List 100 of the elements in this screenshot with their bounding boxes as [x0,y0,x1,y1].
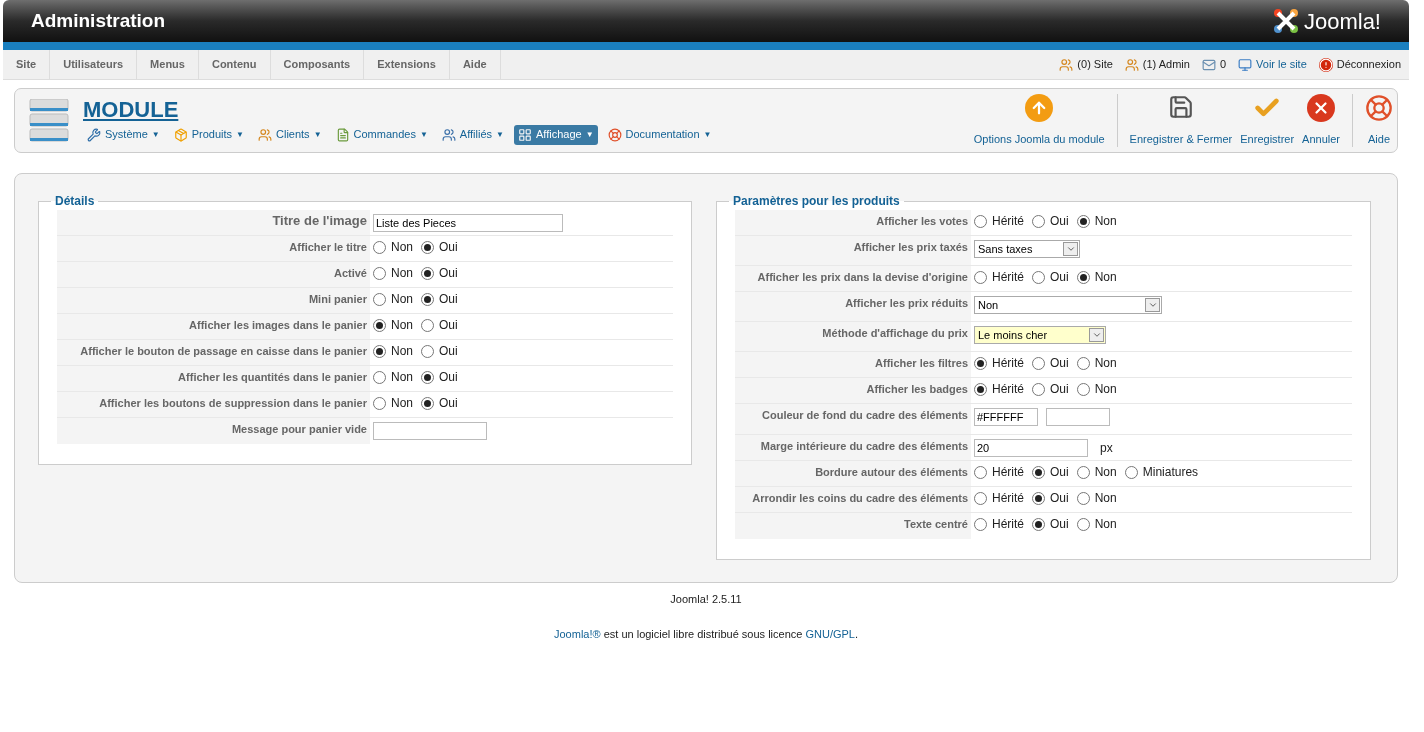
radio-button[interactable] [974,214,987,228]
dropdown[interactable]: Sans taxes [974,240,1080,258]
menu-item[interactable]: Aide [449,50,501,79]
submenu-item[interactable]: Affichage ▼ [513,124,598,145]
menu-item[interactable]: Composants [270,50,365,79]
radio-button[interactable] [373,266,386,280]
menu-item[interactable]: Contenu [198,50,271,79]
option-label: Oui [439,240,458,254]
radio-button[interactable] [421,292,434,306]
submenu-item[interactable]: Clients ▼ [254,124,326,145]
chevron-icon [1065,244,1076,254]
radio-button[interactable] [421,318,434,332]
option-label: Oui [1050,382,1069,396]
radio-button[interactable] [1124,465,1138,479]
color-field[interactable]: #FFFFFF [974,408,1038,426]
option-label: Non [1094,270,1117,284]
radio-button[interactable] [1032,465,1045,479]
lifebuoy-icon [607,127,622,142]
color-preview-field[interactable] [1046,408,1110,426]
option-label: Oui [1050,214,1069,228]
field-label: Activé [333,267,367,279]
option-label: Hérité [992,214,1024,228]
option-label: Oui [439,370,458,384]
radio-button[interactable] [974,356,987,370]
radio-button[interactable] [1032,517,1045,531]
radio-button[interactable] [974,465,987,479]
option-label: Non [1094,517,1117,531]
option-label: Hérité [992,517,1024,531]
radio-button[interactable] [974,491,987,505]
field-label: Afficher les prix dans la devise d'origine [757,271,968,283]
dropdown[interactable]: Le moins cher [974,326,1106,344]
option-label: Oui [439,292,458,306]
option-label: Hérité [992,491,1024,505]
text-field[interactable] [373,422,487,440]
radio-button[interactable] [373,396,386,410]
radio-button[interactable] [974,382,987,396]
radio-button[interactable] [373,240,386,254]
caret-icon: ▼ [151,128,160,141]
radio-button[interactable] [1076,465,1090,479]
radio-button[interactable] [421,396,434,410]
radio-button[interactable] [421,240,434,254]
caret-icon: ▼ [496,128,504,141]
dropdown[interactable]: Non [974,296,1162,314]
radio-button[interactable] [1032,382,1045,396]
submenu-item[interactable]: Produits ▼ [169,124,248,145]
license-link[interactable]: GNU/GPL [805,627,855,640]
option-label: Non [1094,214,1117,228]
option-label: Non [391,344,413,358]
radio-button[interactable] [1076,517,1090,531]
field-label: Afficher les badges [866,383,968,395]
radio-button[interactable] [1076,214,1090,228]
radio-button[interactable] [1032,491,1045,505]
radio-button[interactable] [1032,356,1045,370]
toolbar-button[interactable]: Enregistrer & Fermer [1125,94,1237,147]
close-icon [1307,94,1336,122]
text-field[interactable]: 20 [974,439,1088,457]
option-label: Hérité [992,356,1024,370]
radio-button[interactable] [1076,382,1090,396]
radio-button[interactable] [373,370,386,384]
radio-button[interactable] [421,370,434,384]
radio-button[interactable] [421,344,434,358]
submenu-item[interactable]: Documentation ▼ [603,124,716,145]
radio-button[interactable] [974,517,987,531]
radio-button[interactable] [373,318,386,332]
menu-item[interactable]: Utilisateurs [50,50,138,79]
license-text: Joomla!® est un logiciel libre distribué sous licence GNU/GPL. [554,626,858,642]
lifebuoy-icon [1365,94,1393,122]
field-label: Afficher les boutons de suppression dans le panier [99,397,367,409]
option-label: Non [1094,356,1117,370]
status-link[interactable]: Voir le site [1256,56,1307,73]
menu-item[interactable]: Menus [137,50,199,79]
field-label: Afficher le bouton de passage en caisse dans le panier [80,345,367,357]
toolbar-button[interactable]: Annuler [1298,94,1344,147]
submenu-item[interactable]: Commandes ▼ [331,124,432,145]
text-field[interactable]: Liste des Pieces [373,214,563,232]
chevron-icon [1091,330,1102,340]
toolbar-button[interactable]: Enregistrer [1236,94,1299,147]
field-label: Arrondir les coins du cadre des éléments [752,492,968,504]
radio-button[interactable] [1076,356,1090,370]
radio-button[interactable] [373,292,386,306]
radio-button[interactable] [1076,270,1090,284]
joomla-link[interactable]: Joomla!® [554,627,601,640]
menu-item[interactable]: Extensions [364,50,450,79]
radio-button[interactable] [1076,491,1090,505]
option-label: Non [1094,465,1117,479]
save-icon [1167,94,1194,120]
field-label: Afficher les images dans le panier [189,319,367,331]
radio-button[interactable] [421,266,434,280]
radio-button[interactable] [1032,270,1045,284]
radio-button[interactable] [373,344,386,358]
menu-item[interactable]: Site [3,50,51,79]
radio-button[interactable] [974,270,987,284]
caret-icon: ▼ [585,128,594,141]
radio-button[interactable] [1032,214,1045,228]
page-title[interactable]: MODULE [83,96,716,123]
toolbar-button[interactable]: Options Joomla du module [969,94,1109,147]
field-label: Afficher les quantités dans le panier [178,371,367,383]
toolbar-button[interactable]: Aide [1361,94,1397,147]
submenu-item[interactable]: Affiliés ▼ [437,124,508,145]
submenu-item[interactable]: Système ▼ [83,124,164,145]
